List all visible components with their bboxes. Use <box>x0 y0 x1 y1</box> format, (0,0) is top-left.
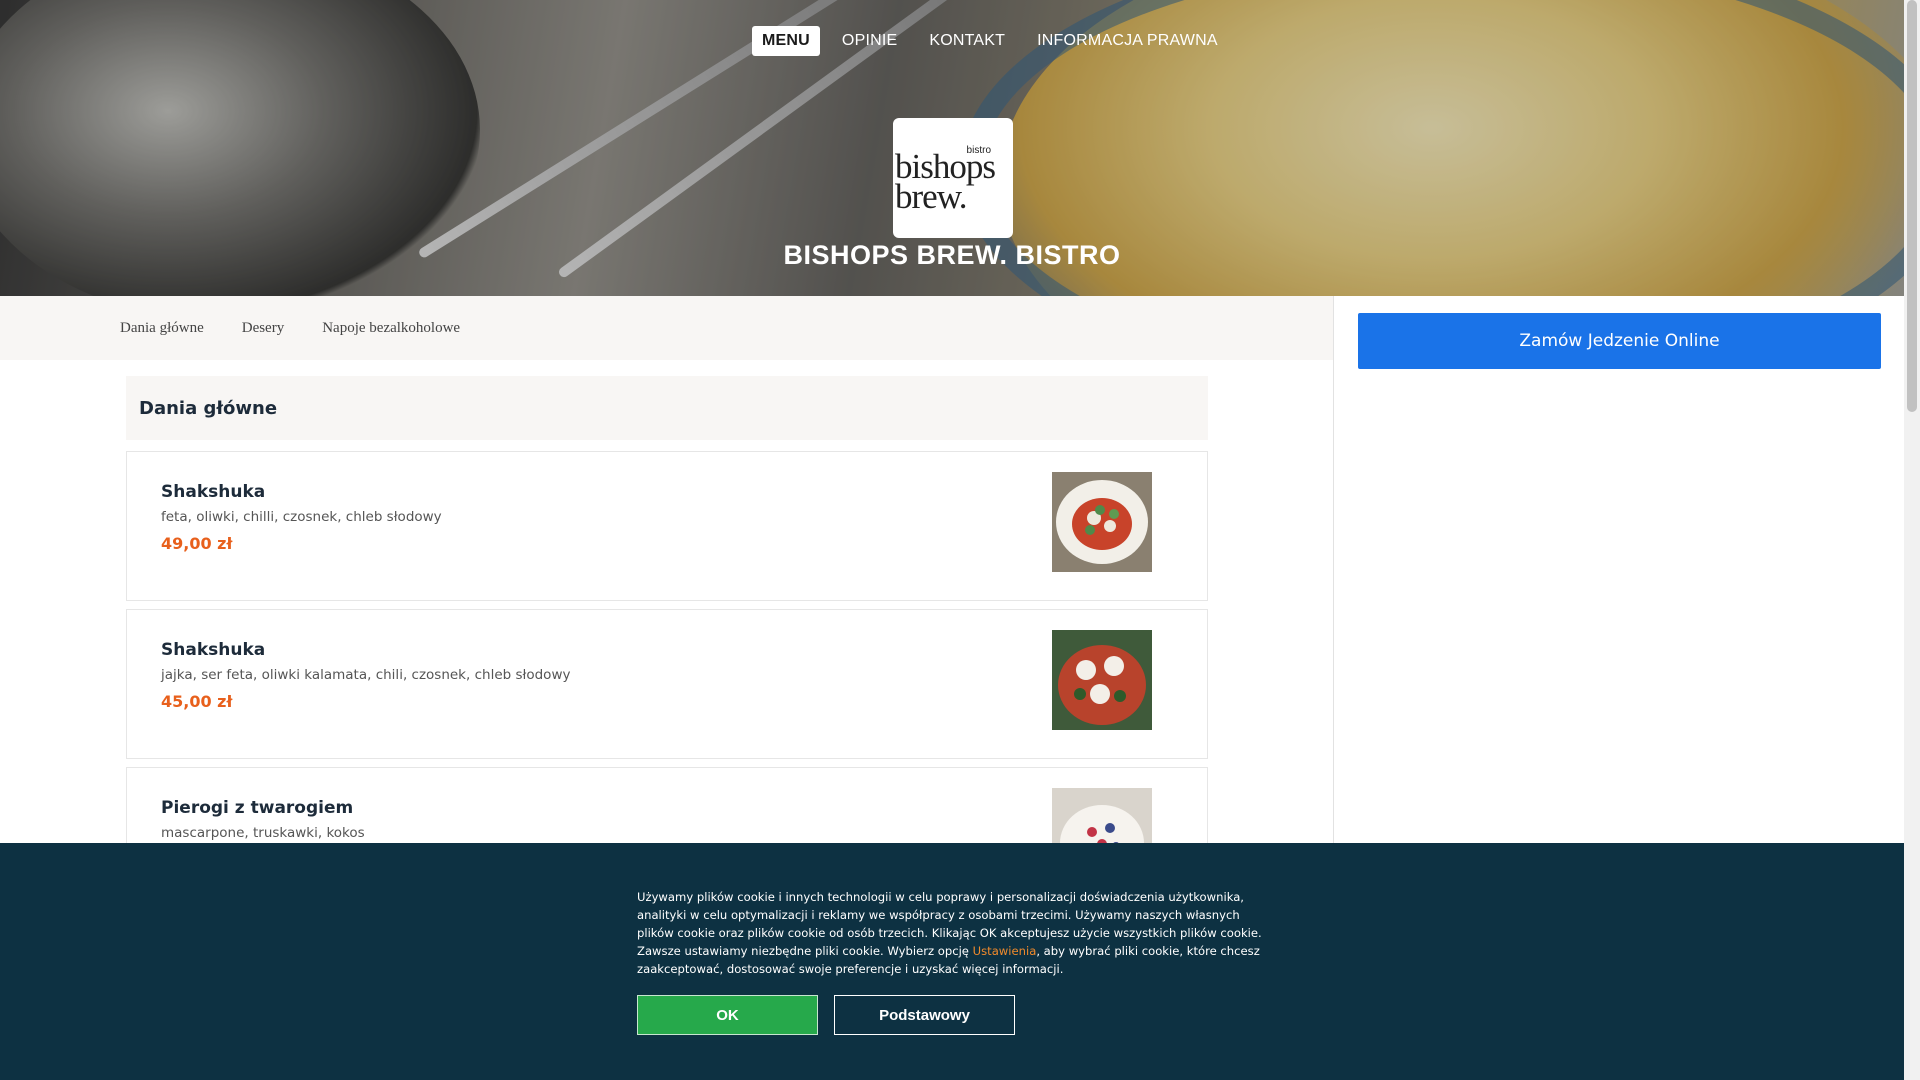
category-desery[interactable]: Desery <box>242 320 284 337</box>
nav-item-opinie[interactable]: OPINIE <box>832 26 907 56</box>
menu-item-price: 49,00 zł <box>161 534 233 553</box>
menu-item-description: jajka, ser feta, oliwki kalamata, chili,… <box>161 667 571 683</box>
menu-item-name: Shakshuka <box>161 640 266 660</box>
menu-item-card[interactable]: Shakshuka feta, oliwki, chilli, czosnek,… <box>126 451 1208 601</box>
category-napoje[interactable]: Napoje bezalkoholowe <box>322 320 460 337</box>
category-bar: Dania główne Desery Napoje bezalkoholowe <box>0 296 1333 360</box>
restaurant-title: BISHOPS BREW. BISTRO <box>783 240 1121 270</box>
scrollbar-thumb[interactable] <box>1907 0 1917 412</box>
menu-item-name: Shakshuka <box>161 482 266 502</box>
cookie-basic-button[interactable]: Podstawowy <box>834 995 1015 1035</box>
menu-item-description: mascarpone, truskawki, kokos <box>161 825 365 841</box>
cookie-text: Używamy plików cookie i innych technolog… <box>637 888 1277 978</box>
menu-item-card[interactable]: Shakshuka jajka, ser feta, oliwki kalama… <box>126 609 1208 759</box>
logo-line-2: brew. <box>895 176 967 216</box>
top-nav: MENU OPINIE KONTAKT INFORMACJA PRAWNA <box>752 26 1240 56</box>
cookie-ok-button[interactable]: OK <box>637 995 818 1035</box>
nav-item-menu[interactable]: MENU <box>752 26 820 56</box>
menu-item-price: 45,00 zł <box>161 692 233 711</box>
menu-item-name: Pierogi z twarogiem <box>161 798 354 818</box>
nav-item-informacja-prawna[interactable]: INFORMACJA PRAWNA <box>1027 26 1228 56</box>
section-title: Dania główne <box>139 397 278 419</box>
cookie-settings-link[interactable]: Ustawienia <box>973 944 1037 958</box>
menu-item-photo[interactable] <box>1052 472 1152 572</box>
nav-item-kontakt[interactable]: KONTAKT <box>919 26 1015 56</box>
menu-item-description: feta, oliwki, chilli, czosnek, chleb sło… <box>161 509 442 525</box>
menu-item-photo[interactable] <box>1052 630 1152 730</box>
restaurant-logo: bistro bishops brew. <box>893 118 1013 238</box>
order-online-button[interactable]: Zamów Jedzenie Online <box>1358 313 1881 369</box>
category-dania-glowne[interactable]: Dania główne <box>120 320 204 337</box>
section-header: Dania główne <box>126 376 1208 440</box>
